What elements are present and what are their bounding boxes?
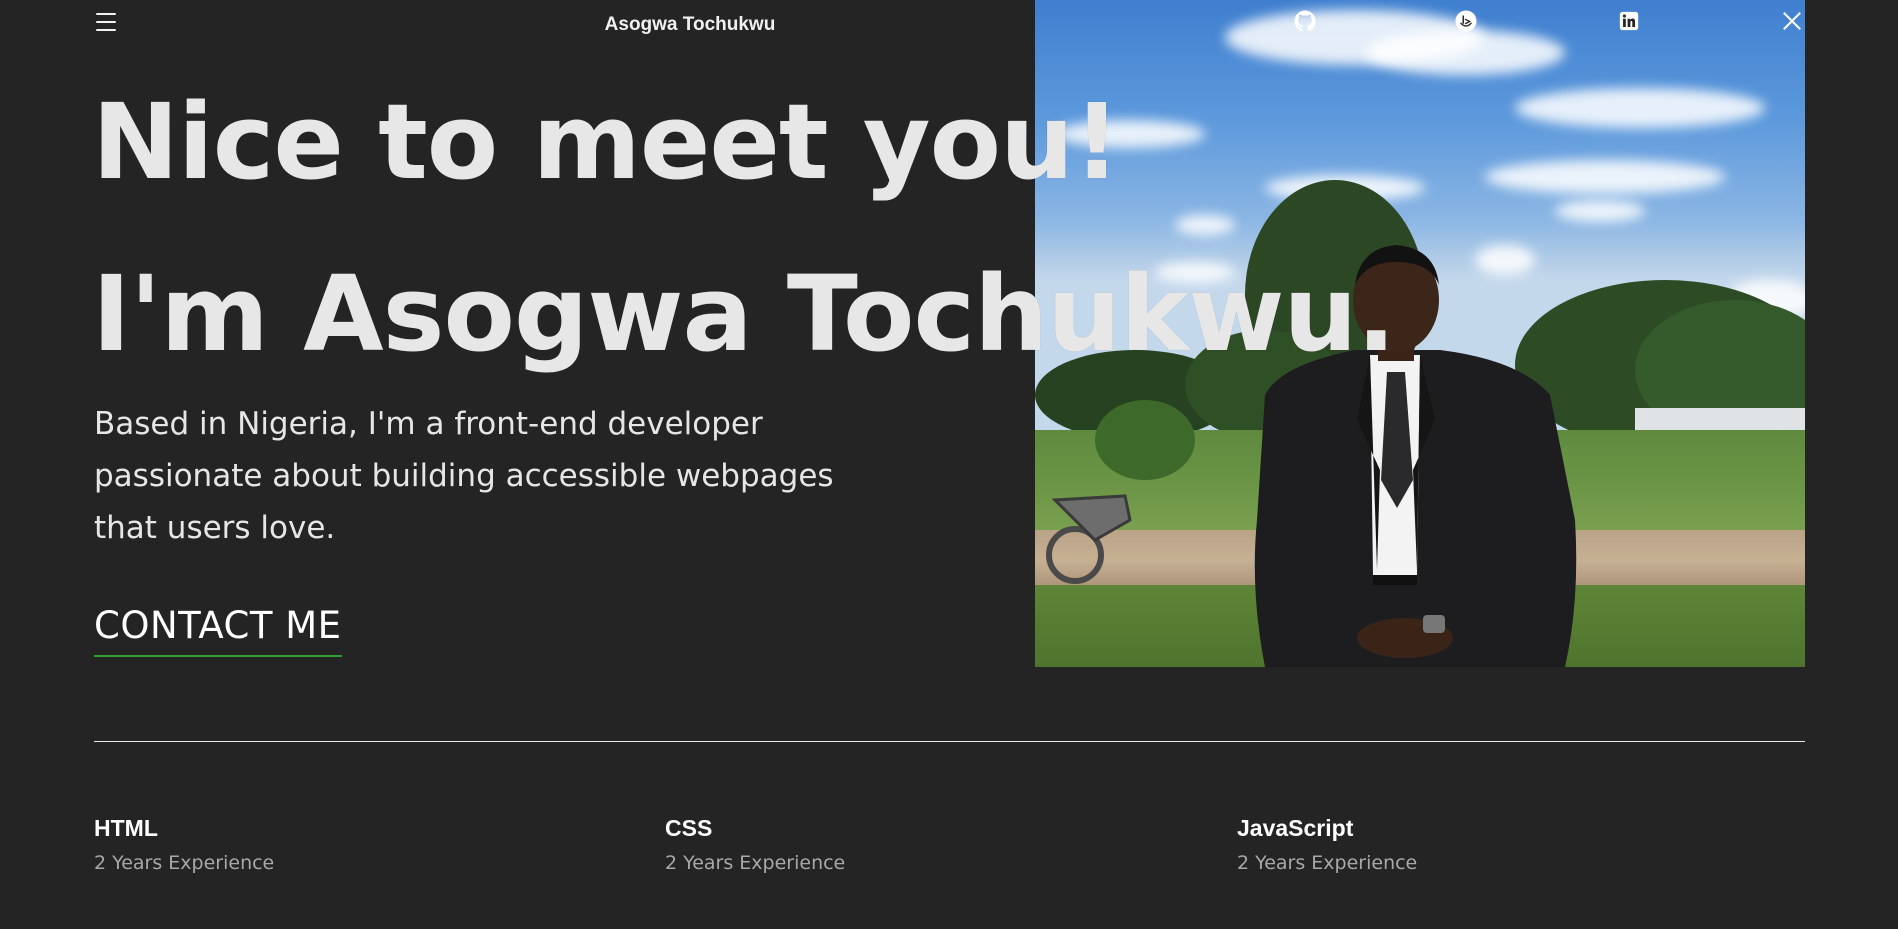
- brand-name[interactable]: Asogwa Tochukwu: [580, 14, 800, 36]
- skill-item-javascript: JavaScript 2 Years Experience: [1237, 815, 1417, 874]
- section-divider: [94, 741, 1805, 742]
- linkedin-icon[interactable]: [1618, 10, 1640, 32]
- hero-name-heading: I'm Asogwa Tochukwu.: [92, 253, 1396, 375]
- skill-experience: 2 Years Experience: [94, 852, 275, 874]
- portfolio-page: Asogwa Tochukwu Nice to meet you! I'm As…: [0, 0, 1898, 929]
- github-icon[interactable]: [1294, 10, 1316, 32]
- skill-name: JavaScript: [1237, 815, 1354, 841]
- intro-paragraph: Based in Nigeria, I'm a front-end develo…: [94, 406, 834, 546]
- frontend-mentor-icon[interactable]: [1455, 10, 1477, 32]
- x-icon[interactable]: [1781, 10, 1803, 32]
- skill-item-html: HTML 2 Years Experience: [94, 815, 274, 874]
- skill-experience: 2 Years Experience: [665, 852, 846, 874]
- skill-item-css: CSS 2 Years Experience: [665, 815, 845, 874]
- skill-experience: 2 Years Experience: [1237, 852, 1418, 874]
- hero-greeting: Nice to meet you!: [92, 81, 1121, 203]
- contact-me-link[interactable]: CONTACT ME: [94, 604, 342, 657]
- skill-name: HTML: [94, 815, 158, 841]
- skill-name: CSS: [665, 815, 713, 841]
- hamburger-menu-icon[interactable]: [96, 12, 116, 32]
